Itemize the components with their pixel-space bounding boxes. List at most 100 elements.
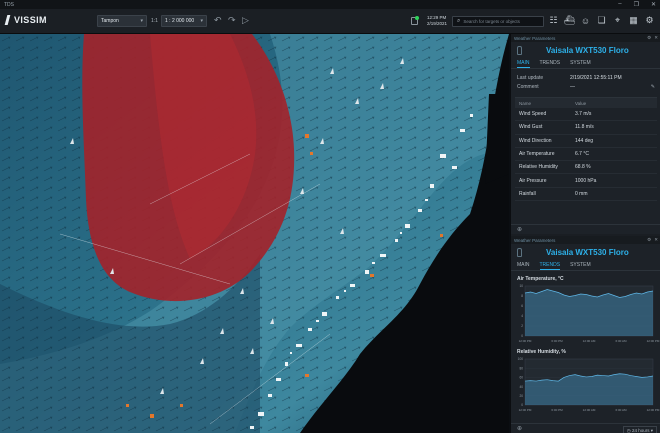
y-tick-label: 6 bbox=[521, 304, 523, 308]
param-value: 0 mm bbox=[575, 190, 588, 197]
window-titlebar: TDS – ❐ ✕ bbox=[0, 0, 660, 9]
people-icon[interactable]: ☺ bbox=[580, 15, 591, 26]
close-icon[interactable]: ✕ bbox=[654, 237, 658, 243]
clock: 12:29 PM 2/19/2021 bbox=[427, 15, 447, 26]
interval-select-value: 24 hours bbox=[631, 428, 650, 433]
chart-title: Air Temperature, °C bbox=[517, 275, 564, 282]
humidity-chart: 0 20 40 60 80 100 12:00 PM 6:00 PM 12:00 AM 6:00 … bbox=[518, 357, 660, 412]
param-name: Wind Gust bbox=[519, 124, 543, 131]
minimize-icon[interactable]: – bbox=[618, 1, 621, 8]
table-row[interactable]: Air Pressure 1000 hPa bbox=[515, 174, 657, 188]
table-row[interactable]: Rainfall 0 mm bbox=[515, 188, 657, 202]
panel-footer: ⊕ ◷ 24 hours ▾ bbox=[511, 423, 660, 433]
zoom-select-value: 1 : 2 000 000 bbox=[165, 18, 195, 24]
y-tick-label: 40 bbox=[519, 385, 523, 389]
layers-icon[interactable]: ❏ bbox=[596, 15, 607, 26]
land-area bbox=[485, 94, 509, 184]
device-name: Vaisala WXT530 Floro bbox=[546, 247, 629, 257]
table-row[interactable]: Relative Humidity 68.8 % bbox=[515, 161, 657, 175]
column-value-header: Value bbox=[575, 100, 587, 106]
param-value: 144 deg bbox=[575, 137, 594, 144]
x-tick-label: 12:00 PM bbox=[519, 408, 532, 412]
locate-target-icon[interactable]: ⊕ bbox=[517, 425, 522, 432]
tab-main[interactable]: MAIN bbox=[517, 262, 530, 270]
settings-icon[interactable]: ⚙ bbox=[647, 237, 651, 243]
last-update-field: Last update 2/19/2021 12:55:11 PM bbox=[511, 73, 660, 82]
settings-icon[interactable]: ⚙ bbox=[644, 15, 655, 26]
target-list-icon[interactable]: ☷ bbox=[548, 15, 559, 26]
close-icon[interactable]: ✕ bbox=[651, 1, 656, 8]
map-canvas[interactable] bbox=[0, 34, 509, 433]
y-tick-label: 0 bbox=[521, 403, 523, 407]
search-input[interactable] bbox=[463, 19, 539, 24]
window-title: TDS bbox=[4, 1, 14, 8]
layer-select-value: Tampon bbox=[101, 18, 119, 24]
panel-tabs: MAIN TRENDS SYSTEM bbox=[511, 58, 660, 69]
x-tick-label: 6:00 PM bbox=[551, 408, 563, 412]
chevron-down-icon: ▾ bbox=[200, 18, 203, 24]
chevron-down-icon: ▾ bbox=[140, 18, 143, 24]
interval-select[interactable]: ◷ 24 hours ▾ bbox=[622, 426, 657, 433]
y-tick-label: 0 bbox=[521, 334, 523, 338]
redo-icon[interactable]: ↷ bbox=[228, 16, 236, 25]
app-logo: VISSIM bbox=[4, 15, 47, 25]
param-name: Wind Direction bbox=[519, 137, 552, 144]
y-tick-label: 60 bbox=[519, 376, 523, 380]
device-status-icon[interactable] bbox=[411, 16, 419, 25]
table-header: Name Value bbox=[515, 98, 657, 108]
param-name: Relative Humidity bbox=[519, 164, 558, 171]
vessels-icon[interactable]: ⛴ bbox=[564, 15, 575, 26]
main-toolbar: VISSIM Tampon ▾ 1:1 1 : 2 000 000 ▾ ↶ ↷ … bbox=[0, 9, 660, 34]
zoom-select[interactable]: 1 : 2 000 000 ▾ bbox=[161, 15, 207, 27]
param-name: Wind Speed bbox=[519, 111, 547, 118]
table-row[interactable]: Wind Speed 3.7 m/s bbox=[515, 108, 657, 122]
edit-icon[interactable]: ✎ bbox=[651, 84, 655, 90]
tab-system[interactable]: SYSTEM bbox=[570, 262, 591, 270]
table-row[interactable]: Wind Gust 11.8 m/s bbox=[515, 121, 657, 135]
play-icon[interactable]: ▷ bbox=[242, 16, 249, 25]
tab-trends[interactable]: TRENDS bbox=[540, 60, 561, 68]
tab-main[interactable]: MAIN bbox=[517, 60, 530, 68]
table-row[interactable]: Wind Direction 144 deg bbox=[515, 135, 657, 148]
device-title: Vaisala WXT530 Floro bbox=[511, 42, 660, 58]
parameters-table: Name Value Wind Speed 3.7 m/s Wind Gust 11… bbox=[515, 97, 657, 202]
param-value: 3.7 m/s bbox=[575, 111, 592, 118]
x-tick-label: 12:00 PM bbox=[647, 408, 660, 412]
undo-icon[interactable]: ↶ bbox=[214, 16, 222, 25]
weather-station-icon bbox=[517, 247, 522, 257]
layer-select[interactable]: Tampon ▾ bbox=[97, 15, 147, 27]
panel-header: Weather Parameters ⚙ ✕ bbox=[511, 34, 660, 42]
column-name-header: Name bbox=[519, 100, 532, 106]
weather-panel-main: Weather Parameters ⚙ ✕ Vaisala WXT530 Fl… bbox=[511, 34, 660, 234]
chart-title: Relative Humidity, % bbox=[517, 348, 566, 355]
table-row[interactable]: Air Temperature 6.7 °C bbox=[515, 148, 657, 162]
close-icon[interactable]: ✕ bbox=[654, 35, 658, 41]
panel-header-title: Weather Parameters bbox=[514, 237, 556, 243]
y-tick-label: 80 bbox=[519, 366, 523, 370]
series-area bbox=[525, 289, 653, 336]
device-title: Vaisala WXT530 Floro bbox=[511, 244, 660, 260]
x-tick-label: 12:00 AM bbox=[583, 408, 596, 412]
settings-icon[interactable]: ⚙ bbox=[647, 35, 651, 41]
y-tick-label: 20 bbox=[519, 394, 523, 398]
param-value: 11.8 m/s bbox=[575, 124, 594, 131]
panel-header: Weather Parameters ⚙ ✕ bbox=[511, 236, 660, 244]
restore-icon[interactable]: ❐ bbox=[634, 1, 639, 8]
param-name: Air Temperature bbox=[519, 151, 555, 158]
map-view[interactable] bbox=[0, 34, 509, 433]
brand-name: VISSIM bbox=[14, 15, 47, 25]
status-dot bbox=[415, 16, 419, 20]
map-tools-icon[interactable]: ⌖ bbox=[612, 15, 623, 26]
param-name: Air Pressure bbox=[519, 177, 547, 184]
weather-station-icon bbox=[517, 45, 522, 55]
comment-label: Comment bbox=[517, 83, 539, 90]
calendar-icon[interactable]: ▦ bbox=[628, 15, 639, 26]
comment-field: Comment — ✎ bbox=[511, 82, 660, 91]
tab-system[interactable]: SYSTEM bbox=[570, 60, 591, 68]
locate-target-icon[interactable]: ⊕ bbox=[517, 226, 522, 233]
x-tick-label: 6:00 AM bbox=[615, 408, 627, 412]
tab-trends[interactable]: TRENDS bbox=[539, 262, 561, 270]
search-box[interactable]: ⌕ bbox=[452, 16, 544, 27]
x-tick-label: 12:00 PM bbox=[519, 339, 532, 343]
param-value: 68.8 % bbox=[575, 164, 591, 171]
